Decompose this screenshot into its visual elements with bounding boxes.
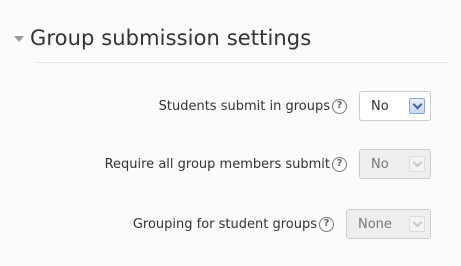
chevron-down-icon xyxy=(409,156,425,172)
field-row-grouping-for-student-groups: Grouping for student groups ? None xyxy=(133,208,431,240)
settings-panel: Group submission settings Students submi… xyxy=(0,0,461,266)
help-icon[interactable]: ? xyxy=(332,98,347,114)
select-value: No xyxy=(371,156,389,172)
field-label: Require all group members submit xyxy=(104,156,330,172)
section-divider xyxy=(36,62,449,63)
chevron-down-icon xyxy=(409,216,425,232)
triangle-down-icon[interactable] xyxy=(14,36,24,42)
select-value: No xyxy=(371,98,389,114)
field-row-require-all-members-submit: Require all group members submit ? No xyxy=(105,148,431,180)
field-label: Students submit in groups xyxy=(158,98,330,114)
students-submit-in-groups-select[interactable]: No xyxy=(359,91,431,121)
field-row-students-submit-in-groups: Students submit in groups ? No xyxy=(159,90,431,122)
chevron-down-icon[interactable] xyxy=(409,98,425,114)
require-all-members-submit-select: No xyxy=(359,149,431,179)
section-title[interactable]: Group submission settings xyxy=(30,26,311,50)
field-label: Grouping for student groups xyxy=(132,216,317,232)
section-header[interactable]: Group submission settings xyxy=(14,26,311,50)
help-icon[interactable]: ? xyxy=(332,156,347,172)
grouping-for-student-groups-select: None xyxy=(346,209,431,239)
select-value: None xyxy=(358,216,392,232)
help-icon[interactable]: ? xyxy=(319,216,334,232)
